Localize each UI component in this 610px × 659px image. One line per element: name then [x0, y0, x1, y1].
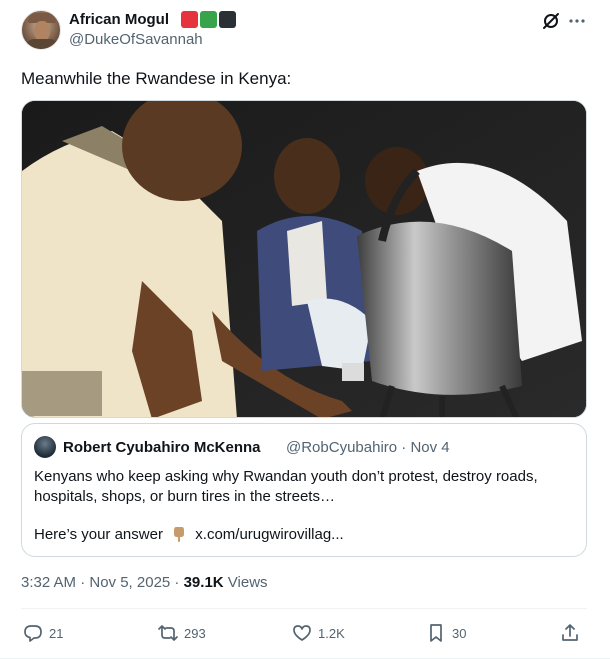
- tweet-card[interactable]: African Mogul @DukeOfSavannah Meanwhile …: [0, 0, 610, 659]
- tweet-timestamp[interactable]: 3:32 AM · Nov 5, 2025 ·: [21, 574, 184, 591]
- quoted-text-line: hospitals, shops, or burn tires in the s…: [34, 488, 335, 505]
- bookmark-icon: [430, 624, 442, 642]
- grok-icon[interactable]: [541, 11, 561, 31]
- backhand-index-pointing-down-icon: [171, 526, 187, 542]
- like-icon: [293, 625, 311, 641]
- quoted-author-handle-time[interactable]: @RobCyubahiro · Nov 4: [286, 439, 450, 457]
- black-square-emoji: [219, 11, 236, 28]
- bookmark-button[interactable]: 30: [426, 620, 466, 646]
- quoted-answer-label: Here’s your answer: [34, 526, 163, 543]
- reply-count: 21: [49, 625, 64, 641]
- retweet-icon: [158, 625, 178, 641]
- quoted-author-avatar[interactable]: [34, 436, 56, 458]
- repost-button[interactable]: 293: [158, 620, 206, 646]
- green-square-emoji: [200, 11, 217, 28]
- quoted-answer-line: Here’s your answer x.com/urugwirovillag.…: [34, 525, 344, 545]
- repost-count: 293: [184, 625, 206, 641]
- divider: [21, 608, 587, 609]
- tweet-meta: 3:32 AM · Nov 5, 2025 · 39.1K Views: [21, 574, 268, 592]
- like-button[interactable]: 1.2K: [292, 620, 345, 646]
- quoted-text-line: Kenyans who keep asking why Rwandan yout…: [34, 468, 538, 485]
- reply-icon: [24, 625, 42, 642]
- author-display-name[interactable]: African Mogul: [69, 11, 169, 29]
- action-bar: 21 293 1.2K 30: [21, 620, 587, 646]
- quoted-tweet-text: Kenyans who keep asking why Rwandan yout…: [34, 467, 574, 507]
- quoted-author-name[interactable]: Robert Cyubahiro McKenna: [63, 439, 261, 457]
- views-label: Views: [223, 574, 268, 591]
- author-avatar[interactable]: [21, 10, 61, 50]
- share-button[interactable]: [560, 620, 580, 646]
- red-square-emoji: [181, 11, 198, 28]
- like-count: 1.2K: [318, 625, 345, 641]
- quoted-link[interactable]: x.com/urugwirovillag...: [195, 526, 343, 543]
- author-handle[interactable]: @DukeOfSavannah: [69, 31, 203, 49]
- bookmark-count: 30: [452, 625, 467, 641]
- quoted-tweet[interactable]: Robert Cyubahiro McKenna @RobCyubahiro ·…: [21, 423, 587, 557]
- reply-button[interactable]: 21: [23, 620, 63, 646]
- views-count: 39.1K: [183, 574, 224, 591]
- tweet-photo[interactable]: [21, 100, 587, 418]
- more-icon[interactable]: [567, 11, 587, 31]
- flag-emoji-group: [181, 11, 236, 28]
- tweet-text: Meanwhile the Rwandese in Kenya:: [21, 69, 292, 88]
- share-icon: [562, 624, 578, 641]
